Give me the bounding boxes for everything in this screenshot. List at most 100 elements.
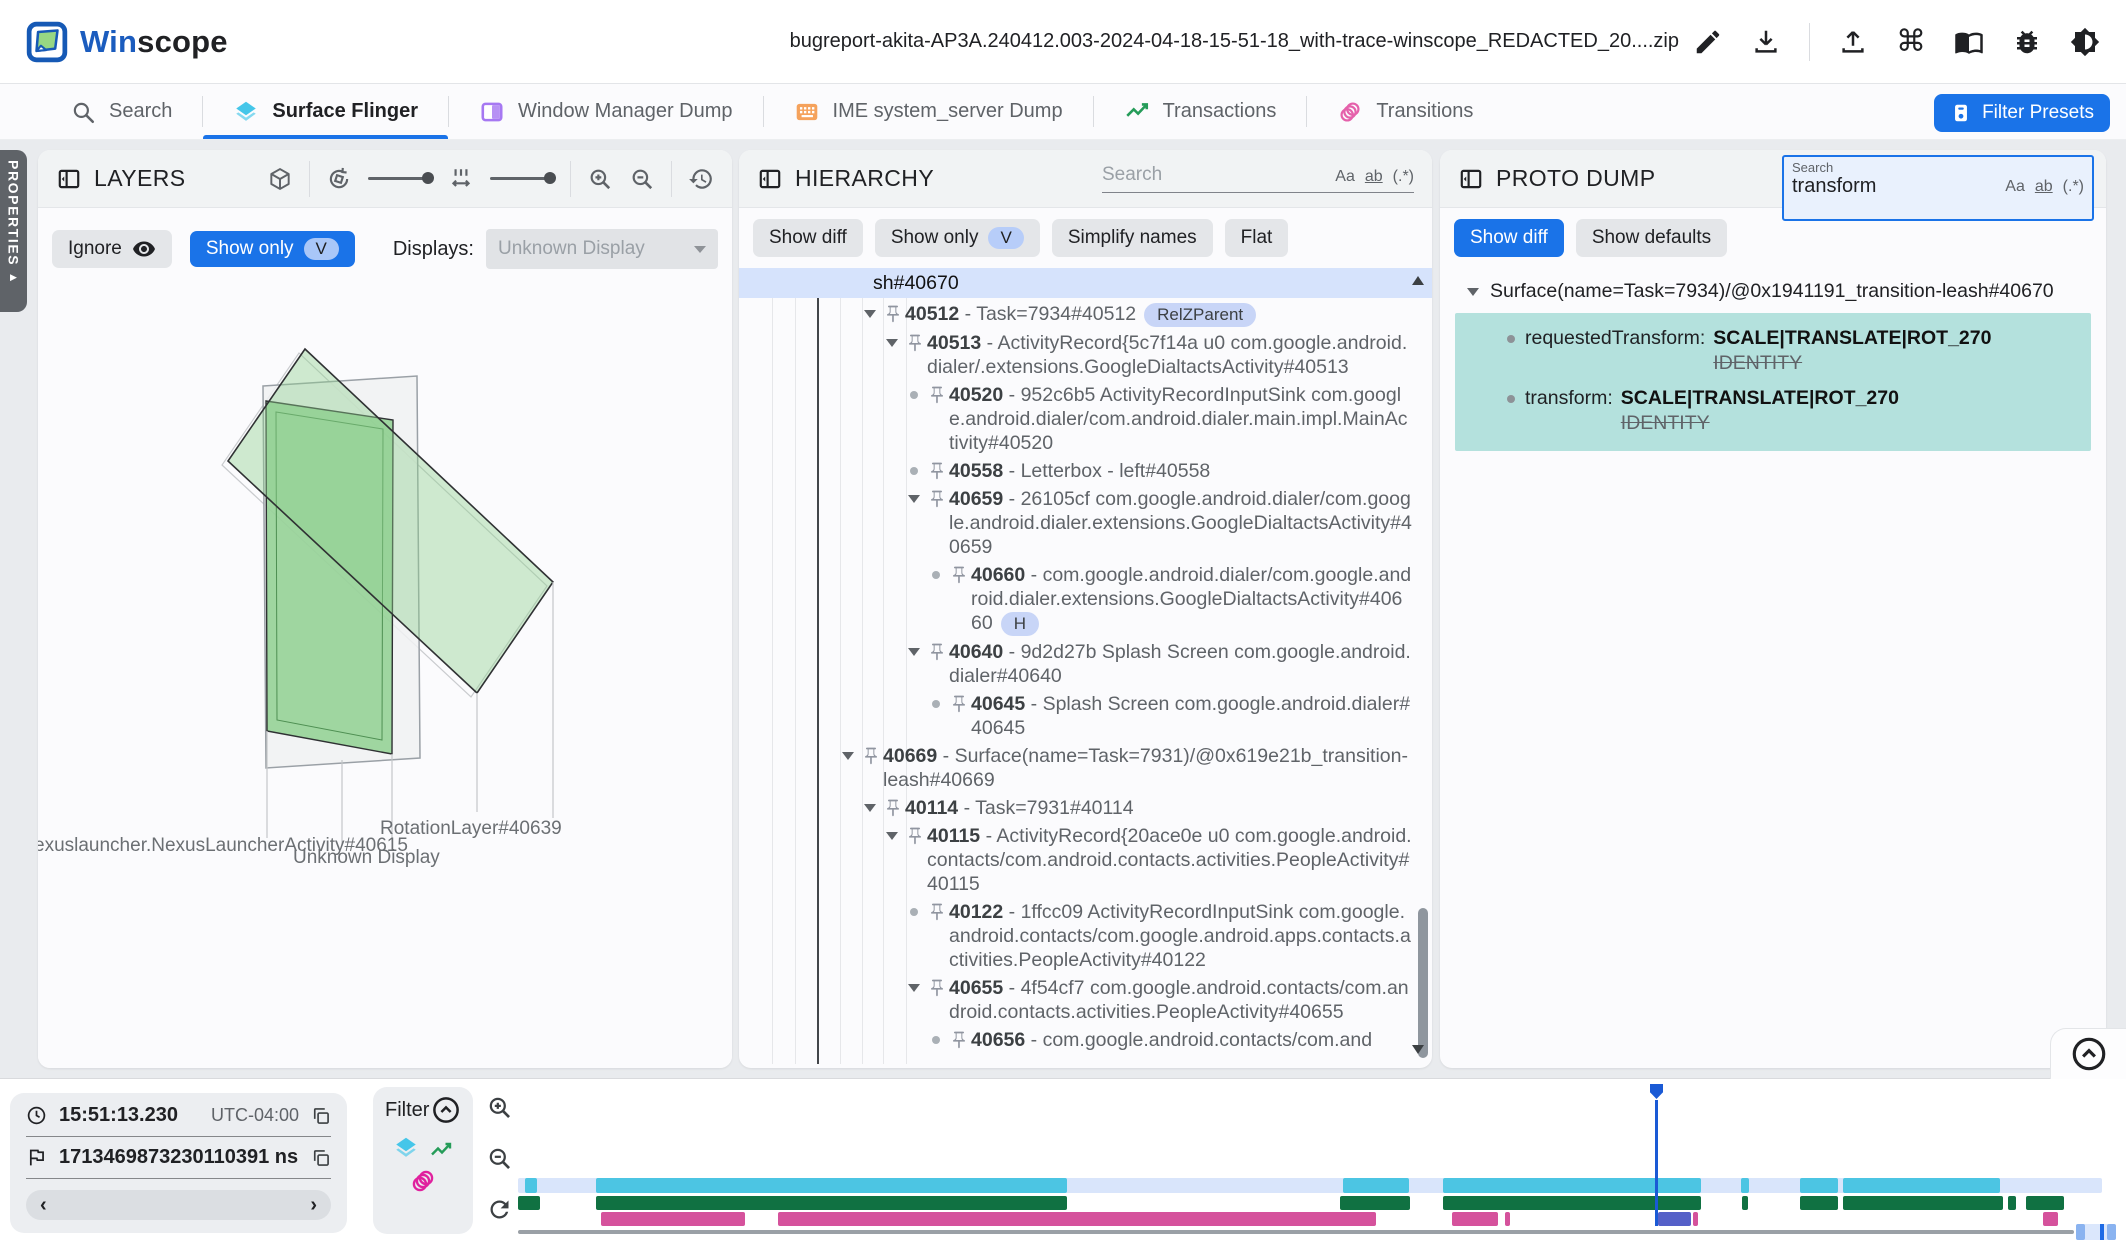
layer-spacing-icon[interactable]	[448, 166, 474, 192]
show-only-visible-button[interactable]: Show only V	[875, 219, 1040, 257]
filter-presets-button[interactable]: Filter Presets	[1934, 94, 2110, 132]
timeline-segment-surface-flinger[interactable]	[1741, 1178, 1749, 1193]
collapse-arrow-icon[interactable]	[905, 979, 923, 997]
pin-icon[interactable]	[949, 1030, 969, 1050]
tree-row-40114[interactable]: 40114 - Task=7931#40114	[739, 796, 1432, 820]
timeline-cursor-handle[interactable]	[1650, 1084, 1663, 1099]
collapse-arrow-icon[interactable]	[1464, 283, 1482, 301]
timeline-segment-surface-flinger[interactable]	[1443, 1178, 1701, 1193]
collapse-arrow-icon[interactable]	[905, 643, 923, 661]
hierarchy-search-input[interactable]	[1102, 164, 1325, 186]
tree-row-40558[interactable]: 40558 - Letterbox - left#40558	[739, 459, 1432, 483]
timeline-segment-transitions[interactable]	[601, 1212, 745, 1226]
timeline-segment-transactions[interactable]	[596, 1196, 1067, 1210]
pin-icon[interactable]	[949, 565, 969, 585]
timeline-segment-surface-flinger[interactable]	[1343, 1178, 1409, 1193]
tab-transactions[interactable]: Transactions	[1094, 84, 1307, 139]
collapse-arrow-icon[interactable]	[883, 827, 901, 845]
tree-row-40512[interactable]: 40512 - Task=7934#40512RelZParent	[739, 302, 1432, 327]
collapse-arrow-icon[interactable]	[839, 747, 857, 765]
show-only-visible-chip[interactable]: Show only V	[190, 231, 355, 267]
timeline-segment-transitions[interactable]	[778, 1212, 1376, 1226]
timeline-segment-transactions[interactable]	[2008, 1196, 2016, 1210]
3d-view-icon[interactable]	[267, 166, 293, 192]
timeline-segment-transactions[interactable]	[1340, 1196, 1410, 1210]
displays-select[interactable]: Unknown Display	[486, 229, 718, 269]
tree-row-40669[interactable]: 40669 - Surface(name=Task=7931)/@0x619e2…	[739, 744, 1432, 792]
timeline-segment-transactions[interactable]	[1742, 1196, 1748, 1210]
tab-search[interactable]: Search	[40, 84, 202, 139]
timeline-segment-transitions[interactable]	[1505, 1212, 1510, 1226]
timeline-segment-surface-flinger[interactable]	[1843, 1178, 2000, 1193]
pin-icon[interactable]	[927, 489, 947, 509]
documentation-icon[interactable]	[1954, 27, 1984, 57]
spacing-slider-knob[interactable]	[544, 172, 556, 184]
tab-ime-system-server-dump[interactable]: IME system_server Dump	[764, 84, 1093, 139]
pin-icon[interactable]	[949, 694, 969, 714]
pin-icon[interactable]	[927, 385, 947, 405]
timeline-segment-surface-flinger[interactable]	[1800, 1178, 1838, 1193]
rotation-slider-knob[interactable]	[422, 172, 434, 184]
tree-row-40122[interactable]: 40122 - 1ffcc09 ActivityRecordInputSink …	[739, 900, 1432, 972]
simplify-names-button[interactable]: Simplify names	[1052, 219, 1213, 257]
report-bug-icon[interactable]	[2012, 27, 2042, 57]
proto-search-input[interactable]	[1792, 175, 1995, 198]
tree-row-40520[interactable]: 40520 - 952c6b5 ActivityRecordInputSink …	[739, 383, 1432, 455]
hierarchy-scrollbar-thumb[interactable]	[1418, 908, 1428, 1058]
pin-icon[interactable]	[883, 798, 903, 818]
collapse-arrow-icon[interactable]	[905, 490, 923, 508]
tree-row-40640[interactable]: 40640 - 9d2d27b Splash Screen com.google…	[739, 640, 1432, 688]
tree-row-40645[interactable]: 40645 - Splash Screen com.google.android…	[739, 692, 1432, 740]
ignore-filter-chip[interactable]: Ignore	[52, 230, 172, 268]
zoom-out-icon[interactable]	[629, 166, 655, 192]
pin-icon[interactable]	[927, 902, 947, 922]
reset-view-icon[interactable]	[688, 166, 714, 192]
scroll-down-icon[interactable]	[1412, 1045, 1424, 1054]
timeline-segment-surface-flinger[interactable]	[596, 1178, 1067, 1193]
selected-tree-row[interactable]: sh#40670	[739, 268, 1432, 298]
match-case-toggle[interactable]: Aa	[1335, 168, 1355, 186]
pin-icon[interactable]	[905, 826, 925, 846]
regex-toggle[interactable]: (.*)	[2063, 178, 2084, 196]
pin-icon[interactable]	[861, 746, 881, 766]
timeline-segment-transactions[interactable]	[2026, 1196, 2064, 1210]
timeline-segment-surface-flinger[interactable]	[525, 1178, 537, 1193]
tab-window-manager-dump[interactable]: Window Manager Dump	[449, 84, 763, 139]
tree-row-40659[interactable]: 40659 - 26105cf com.google.android.diale…	[739, 487, 1432, 559]
pin-icon[interactable]	[927, 642, 947, 662]
tree-row-40513[interactable]: 40513 - ActivityRecord{5c7f14a u0 com.go…	[739, 331, 1432, 379]
timeline-segment-transactions[interactable]	[1443, 1196, 1701, 1210]
tree-row-40115[interactable]: 40115 - ActivityRecord{20ace0e u0 com.go…	[739, 824, 1432, 896]
tree-row-40655[interactable]: 40655 - 4f54cf7 com.google.android.conta…	[739, 976, 1432, 1024]
match-word-toggle[interactable]: ab	[2035, 178, 2053, 196]
proto-root-node[interactable]: Surface(name=Task=7934)/@0x1941191_trans…	[1440, 280, 2106, 303]
show-diff-button[interactable]: Show diff	[753, 219, 863, 257]
match-case-toggle[interactable]: Aa	[2005, 178, 2025, 196]
timeline-segment-transitions[interactable]	[2043, 1212, 2058, 1226]
edit-filename-icon[interactable]	[1693, 27, 1723, 57]
download-traces-icon[interactable]	[1751, 27, 1781, 57]
dark-mode-toggle-icon[interactable]	[2070, 27, 2100, 57]
timeline-scroll-track[interactable]	[518, 1230, 2074, 1234]
rotation-icon[interactable]	[326, 166, 352, 192]
layers-3d-canvas[interactable]: RotationLayer#40639exuslauncher.NexusLau…	[38, 290, 732, 1068]
timeline-zoom-slider[interactable]	[2076, 1224, 2116, 1240]
rotation-slider[interactable]	[368, 177, 432, 180]
collapse-arrow-icon[interactable]	[883, 334, 901, 352]
timeline-segment-transitions[interactable]	[1693, 1212, 1698, 1226]
timeline-segment-transactions[interactable]	[1843, 1196, 2003, 1210]
timeline-canvas[interactable]	[0, 1078, 2126, 1240]
timeline-segment-transitions[interactable]	[1452, 1212, 1498, 1226]
timeline-segment-active-transition[interactable]	[1658, 1212, 1691, 1226]
proto-property-row[interactable]: transform:SCALE|TRANSLATE|ROT_270IDENTIT…	[1455, 381, 2091, 441]
spacing-slider[interactable]	[490, 177, 554, 180]
collapse-timeline-icon[interactable]	[2070, 1035, 2108, 1073]
flat-button[interactable]: Flat	[1225, 219, 1289, 257]
pin-icon[interactable]	[927, 461, 947, 481]
scroll-up-icon[interactable]	[1412, 276, 1424, 285]
pin-icon[interactable]	[927, 978, 947, 998]
upload-icon[interactable]	[1838, 27, 1868, 57]
tab-transitions[interactable]: Transitions	[1307, 84, 1503, 139]
properties-side-tab[interactable]: PROPERTIES ▶	[0, 150, 27, 312]
regex-toggle[interactable]: (.*)	[1393, 168, 1414, 186]
